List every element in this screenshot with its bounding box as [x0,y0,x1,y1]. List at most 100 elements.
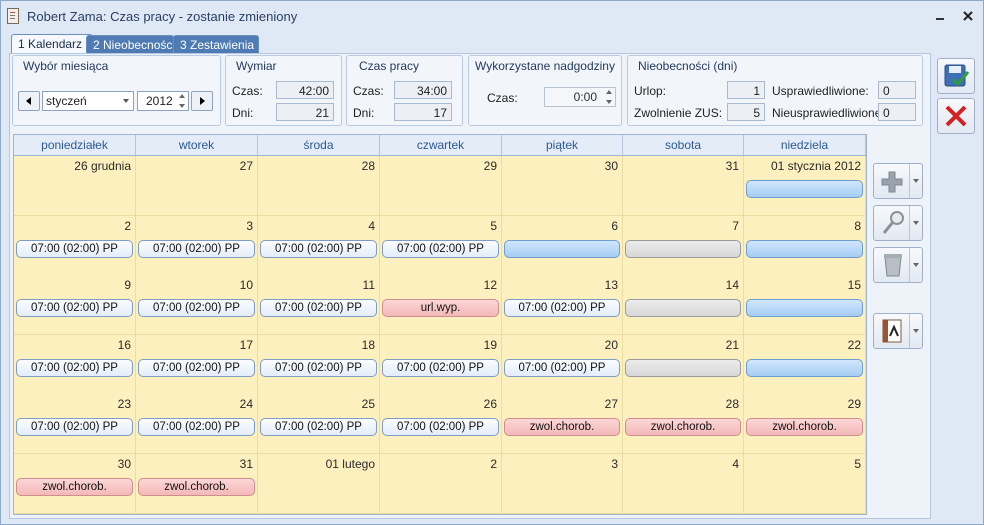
spinner-arrows-icon[interactable] [178,94,186,108]
day-entry-work[interactable]: 07:00 (02:00) PP [138,240,255,258]
edit-entry-dropdown[interactable] [909,206,922,240]
calendar-day-cell[interactable]: 28 zwol.chorob. [623,394,744,454]
day-entry-holiday[interactable] [504,240,620,258]
calendar-day-cell[interactable]: 8 [744,216,866,276]
day-entry-holiday[interactable] [746,180,863,198]
calendar-day-cell[interactable]: 2 [380,454,502,514]
day-entry-holiday[interactable] [746,299,863,317]
cancel-button[interactable] [937,98,975,134]
close-button[interactable] [957,7,979,25]
calendar-day-cell[interactable]: 5 07:00 (02:00) PP [380,216,502,276]
day-entry-work[interactable]: 07:00 (02:00) PP [382,359,499,377]
calendar-day-cell[interactable]: 30 [502,156,623,216]
calendar-day-cell[interactable]: 3 07:00 (02:00) PP [136,216,258,276]
day-entry-free[interactable] [625,240,741,258]
day-entry-work[interactable]: 07:00 (02:00) PP [16,418,133,436]
calendar-day-cell[interactable]: 30 zwol.chorob. [14,454,136,514]
calendar-day-cell[interactable]: 11 07:00 (02:00) PP [258,275,380,335]
previous-month-button[interactable] [18,91,40,111]
calendar-day-cell[interactable]: 3 [502,454,623,514]
day-entry-absence[interactable]: zwol.chorob. [504,418,620,436]
calendar-day-cell[interactable]: 22 [744,335,866,395]
next-month-button[interactable] [191,91,213,111]
calendar-day-cell[interactable]: 15 [744,275,866,335]
day-entry-work[interactable]: 07:00 (02:00) PP [260,240,377,258]
day-entry-work[interactable]: 07:00 (02:00) PP [138,359,255,377]
day-entry-absence[interactable]: zwol.chorob. [746,418,863,436]
print-button[interactable] [873,313,923,349]
nadgodziny-czas-spinner[interactable]: 0:00 [544,87,616,107]
calendar-day-cell[interactable]: 26 grudnia [14,156,136,216]
calendar-day-cell[interactable]: 21 [623,335,744,395]
add-entry-dropdown[interactable] [909,164,922,198]
day-entry-work[interactable]: 07:00 (02:00) PP [138,299,255,317]
calendar-day-cell[interactable]: 29 [380,156,502,216]
day-number: 16 [117,338,131,352]
delete-entry-button[interactable] [873,247,923,283]
day-entry-work[interactable]: 07:00 (02:00) PP [504,359,620,377]
czas-pracy-czas-value: 34:00 [394,81,452,99]
calendar-day-cell[interactable]: 19 07:00 (02:00) PP [380,335,502,395]
day-entry-absence[interactable]: url.wyp. [382,299,499,317]
calendar-day-cell[interactable]: 17 07:00 (02:00) PP [136,335,258,395]
add-entry-button[interactable] [873,163,923,199]
year-spinner[interactable]: 2012 [137,91,189,111]
day-entry-work[interactable]: 07:00 (02:00) PP [138,418,255,436]
calendar-day-cell[interactable]: 01 stycznia 2012 [744,156,866,216]
day-entry-holiday[interactable] [746,359,863,377]
day-entry-work[interactable]: 07:00 (02:00) PP [260,299,377,317]
spinner-arrows-icon[interactable] [605,90,613,104]
day-entry-work[interactable]: 07:00 (02:00) PP [382,418,499,436]
day-entry-absence[interactable]: zwol.chorob. [138,478,255,496]
day-entry-work[interactable]: 07:00 (02:00) PP [260,359,377,377]
day-entry-free[interactable] [625,359,741,377]
calendar-day-cell[interactable]: 7 [623,216,744,276]
calendar-day-cell[interactable]: 16 07:00 (02:00) PP [14,335,136,395]
trash-icon [884,254,902,277]
calendar-day-cell[interactable]: 24 07:00 (02:00) PP [136,394,258,454]
day-entry-work[interactable]: 07:00 (02:00) PP [16,299,133,317]
day-entry-work[interactable]: 07:00 (02:00) PP [16,240,133,258]
calendar-day-cell[interactable]: 26 07:00 (02:00) PP [380,394,502,454]
edit-entry-button[interactable] [873,205,923,241]
calendar-day-cell[interactable]: 12 url.wyp. [380,275,502,335]
day-number: 9 [124,278,131,292]
calendar-day-cell[interactable]: 13 07:00 (02:00) PP [502,275,623,335]
day-entry-absence[interactable]: zwol.chorob. [625,418,741,436]
calendar-day-cell[interactable]: 27 [136,156,258,216]
day-entry-work[interactable]: 07:00 (02:00) PP [16,359,133,377]
calendar-day-cell[interactable]: 27 zwol.chorob. [502,394,623,454]
calendar-day-cell[interactable]: 4 07:00 (02:00) PP [258,216,380,276]
day-entry-work[interactable]: 07:00 (02:00) PP [260,418,377,436]
calendar-day-cell[interactable]: 4 [623,454,744,514]
day-entry-work[interactable]: 07:00 (02:00) PP [504,299,620,317]
calendar-day-cell[interactable]: 6 [502,216,623,276]
tab-zestawienia[interactable]: 3 Zestawienia [173,35,259,54]
minimize-button[interactable] [929,7,951,25]
calendar-day-cell[interactable]: 18 07:00 (02:00) PP [258,335,380,395]
calendar-day-cell[interactable]: 20 07:00 (02:00) PP [502,335,623,395]
calendar-day-cell[interactable]: 28 [258,156,380,216]
calendar-day-cell[interactable]: 2 07:00 (02:00) PP [14,216,136,276]
save-button[interactable] [937,58,975,94]
calendar-day-cell[interactable]: 14 [623,275,744,335]
day-entry-absence[interactable]: zwol.chorob. [16,478,133,496]
day-entry-work[interactable]: 07:00 (02:00) PP [382,240,499,258]
month-select[interactable]: styczeń [42,91,134,111]
calendar-day-cell[interactable]: 01 lutego [258,454,380,514]
calendar-day-cell[interactable]: 23 07:00 (02:00) PP [14,394,136,454]
calendar-day-cell[interactable]: 31 [623,156,744,216]
day-entry-free[interactable] [625,299,741,317]
calendar-day-cell[interactable]: 5 [744,454,866,514]
calendar-day-cell[interactable]: 25 07:00 (02:00) PP [258,394,380,454]
calendar-day-cell[interactable]: 31 zwol.chorob. [136,454,258,514]
calendar-day-cell[interactable]: 9 07:00 (02:00) PP [14,275,136,335]
tab-kalendarz[interactable]: 1 Kalendarz [11,34,93,55]
delete-entry-dropdown[interactable] [909,248,922,282]
day-entry-holiday[interactable] [746,240,863,258]
calendar-day-cell[interactable]: 29 zwol.chorob. [744,394,866,454]
calendar-day-cell[interactable]: 10 07:00 (02:00) PP [136,275,258,335]
tab-nieobecnosci[interactable]: 2 Nieobecności [86,35,175,54]
day-number: 31 [239,457,253,471]
print-dropdown[interactable] [909,314,922,348]
